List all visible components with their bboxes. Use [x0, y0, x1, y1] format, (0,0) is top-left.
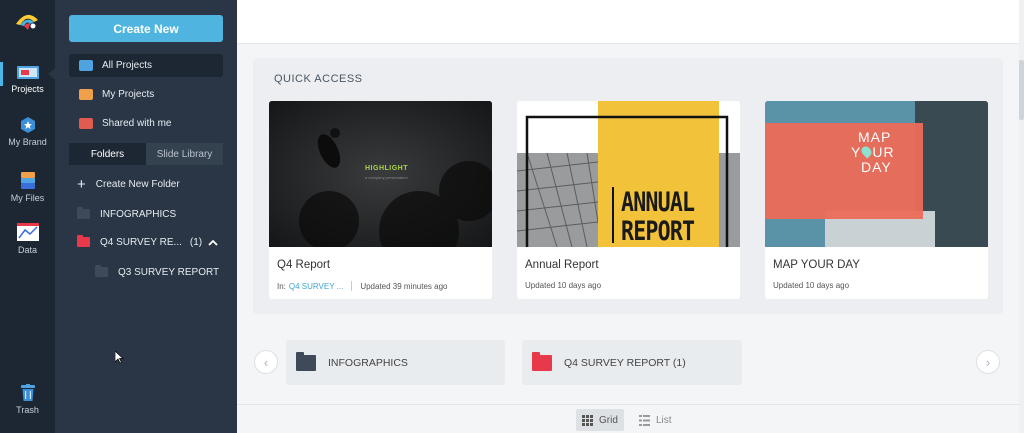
rail-label: Data — [17, 245, 37, 255]
all-projects-icon — [79, 60, 93, 71]
carousel-prev-button[interactable]: ‹ — [254, 350, 278, 374]
folder-card-label: Q4 SURVEY REPORT (1) — [564, 356, 686, 369]
nav-label: Shared with me — [102, 118, 172, 129]
updated-text: Updated 10 days ago — [525, 281, 602, 290]
thumb-subtitle: a company presentation — [365, 175, 408, 180]
card-title: Annual Report — [525, 259, 599, 271]
tab-slide-library[interactable]: Slide Library — [146, 143, 223, 165]
card-meta: Updated 10 days ago — [773, 281, 849, 290]
scrollbar[interactable] — [1019, 0, 1024, 433]
card-meta: Updated 10 days ago — [525, 281, 601, 290]
thumb-line1: ANNUAL — [621, 187, 695, 218]
folder-item-q4-survey[interactable]: Q4 SURVEY RE... (1) — [77, 232, 218, 252]
scrollbar-thumb[interactable] — [1019, 60, 1024, 120]
thumb-line2: REPORT — [621, 216, 695, 247]
top-bar — [237, 0, 1019, 44]
project-thumbnail: HIGHLIGHT a company presentation — [269, 101, 492, 247]
list-view-button[interactable]: List — [633, 409, 678, 431]
folder-label: Q4 SURVEY RE... — [100, 236, 182, 248]
project-thumbnail: MAP Y UR DAY — [765, 101, 988, 247]
nav-item-my-projects[interactable]: My Projects — [69, 83, 223, 106]
mouse-cursor-icon — [115, 351, 124, 364]
plus-icon: + — [77, 175, 86, 193]
view-toggle-bar: Grid List — [237, 404, 1019, 433]
rail-label: My Files — [10, 193, 45, 203]
files-icon — [20, 172, 35, 189]
quick-access-panel: QUICK ACCESS HIGHLIGHT a company present… — [253, 58, 1003, 314]
app-rail: Projects My Brand My Files Data Trash — [0, 0, 55, 433]
project-card-annual-report[interactable]: ANNUAL REPORT Annual Report Updated 10 d… — [517, 101, 740, 299]
folder-count: (1) — [189, 236, 203, 248]
quick-access-title: QUICK ACCESS — [274, 73, 363, 85]
folder-card-q4-survey[interactable]: Q4 SURVEY REPORT (1) — [522, 340, 742, 385]
rail-item-projects[interactable]: Projects — [0, 64, 55, 94]
folder-icon — [532, 351, 552, 371]
project-card-q4-report[interactable]: HIGHLIGHT a company presentation Q4 Repo… — [269, 101, 492, 299]
thumb-line2-b: UR — [872, 144, 895, 160]
nav-label: All Projects — [102, 60, 153, 71]
chevron-left-icon: ‹ — [263, 354, 269, 370]
list-icon — [639, 414, 650, 426]
carousel-next-button[interactable]: › — [976, 350, 1000, 374]
grid-view-button[interactable]: Grid — [576, 409, 624, 431]
main-content: QUICK ACCESS HIGHLIGHT a company present… — [237, 0, 1024, 433]
thumb-line2-a: Y — [851, 144, 862, 160]
brand-icon — [20, 117, 35, 133]
nav-item-all-projects[interactable]: All Projects — [69, 54, 223, 77]
folder-icon — [77, 207, 90, 219]
sidebar-tabs: Folders Slide Library — [69, 143, 223, 165]
updated-text: Updated 10 days ago — [773, 281, 850, 290]
thumb-heading: HIGHLIGHT — [365, 165, 408, 172]
grid-icon — [582, 414, 593, 426]
rail-label: My Brand — [8, 137, 47, 147]
data-icon — [16, 223, 39, 241]
project-card-map-your-day[interactable]: MAP Y UR DAY MAP YOUR DAY Updated 10 days… — [765, 101, 988, 299]
rail-label: Trash — [16, 405, 39, 415]
card-meta: In: Q4 SURVEY ... Updated 39 minutes ago — [277, 281, 447, 291]
rail-item-my-files[interactable]: My Files — [0, 172, 55, 203]
meta-divider — [351, 281, 353, 291]
tab-folders[interactable]: Folders — [69, 143, 146, 165]
thumb-line3: DAY — [861, 159, 892, 175]
rail-item-data[interactable]: Data — [0, 223, 55, 255]
thumb-line1: MAP — [858, 129, 892, 145]
rail-item-my-brand[interactable]: My Brand — [0, 117, 55, 147]
folder-icon — [95, 265, 108, 277]
folder-link[interactable]: Q4 SURVEY ... — [289, 282, 343, 291]
chevron-right-icon: › — [985, 354, 991, 370]
app-logo-icon[interactable] — [14, 10, 40, 32]
nav-item-shared-with-me[interactable]: Shared with me — [69, 112, 223, 135]
card-title: Q4 Report — [277, 259, 331, 271]
rail-label: Projects — [11, 84, 44, 94]
nav-label: My Projects — [102, 89, 155, 100]
in-label: In: — [277, 281, 286, 291]
folder-item-infographics[interactable]: INFOGRAPHICS — [77, 204, 176, 224]
diver-image — [269, 101, 492, 247]
projects-icon — [16, 66, 39, 79]
folder-card-infographics[interactable]: INFOGRAPHICS — [286, 340, 505, 385]
card-title: MAP YOUR DAY — [773, 259, 860, 271]
folder-card-label: INFOGRAPHICS — [328, 356, 408, 369]
folder-item-q3-survey[interactable]: Q3 SURVEY REPORT — [95, 262, 219, 282]
grid-label: Grid — [599, 414, 618, 426]
my-projects-icon — [79, 89, 93, 100]
create-new-folder-button[interactable]: + Create New Folder — [77, 174, 180, 194]
create-new-button[interactable]: Create New — [69, 15, 223, 42]
project-thumbnail: ANNUAL REPORT — [517, 101, 740, 247]
list-label: List — [656, 414, 672, 426]
trash-icon — [20, 384, 35, 401]
thumb-line2: Y UR — [851, 144, 895, 160]
projects-sidebar: Create New All Projects My Projects Shar… — [55, 0, 237, 433]
folder-icon — [77, 235, 90, 247]
updated-text: Updated 39 minutes ago — [360, 281, 448, 291]
folder-icon — [296, 351, 316, 371]
rail-item-trash[interactable]: Trash — [0, 384, 55, 415]
folder-label: Q3 SURVEY REPORT — [118, 266, 220, 278]
shared-icon — [79, 118, 93, 129]
chevron-up-icon[interactable] — [208, 239, 218, 246]
create-folder-label: Create New Folder — [95, 178, 180, 190]
folder-label: INFOGRAPHICS — [100, 208, 177, 220]
